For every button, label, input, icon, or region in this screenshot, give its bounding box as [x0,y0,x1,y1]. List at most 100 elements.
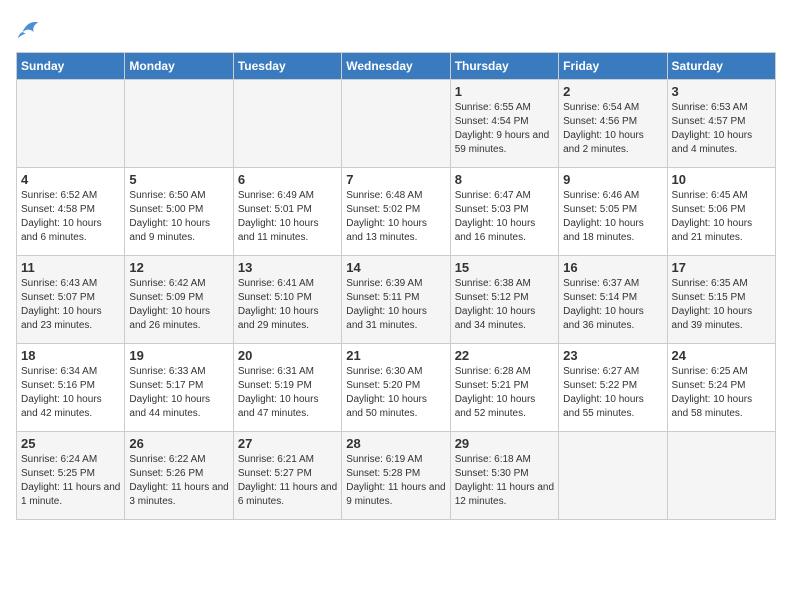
day-number: 26 [129,436,228,451]
day-number: 8 [455,172,554,187]
day-info: Sunrise: 6:41 AM Sunset: 5:10 PM Dayligh… [238,277,337,333]
day-info: Sunrise: 6:18 AM Sunset: 5:30 PM Dayligh… [455,453,554,509]
calendar-cell: 26 Sunrise: 6:22 AM Sunset: 5:26 PM Dayli… [125,432,233,520]
calendar-cell: 3Sunrise: 6:53 AM Sunset: 4:57 PM Daylig… [667,80,775,168]
day-number: 7 [346,172,445,187]
day-number: 13 [238,260,337,275]
day-info: Sunrise: 6:52 AM Sunset: 4:58 PM Dayligh… [21,189,120,245]
calendar-cell: 9 Sunrise: 6:46 AM Sunset: 5:05 PM Daylig… [559,168,667,256]
calendar-week-row: 4Sunrise: 6:52 AM Sunset: 4:58 PM Daylig… [17,168,776,256]
logo-bird-icon [16,16,40,40]
column-header-wednesday: Wednesday [342,53,450,80]
day-info: Sunrise: 6:45 AM Sunset: 5:06 PM Dayligh… [672,189,771,245]
calendar-cell: 18 Sunrise: 6:34 AM Sunset: 5:16 PM Dayli… [17,344,125,432]
day-info: Sunrise: 6:31 AM Sunset: 5:19 PM Dayligh… [238,365,337,421]
day-number: 1 [455,84,554,99]
day-number: 16 [563,260,662,275]
day-number: 17 [672,260,771,275]
day-number: 19 [129,348,228,363]
day-number: 12 [129,260,228,275]
column-header-tuesday: Tuesday [233,53,341,80]
calendar-cell: 20 Sunrise: 6:31 AM Sunset: 5:19 PM Dayli… [233,344,341,432]
day-info: Sunrise: 6:25 AM Sunset: 5:24 PM Dayligh… [672,365,771,421]
column-header-thursday: Thursday [450,53,558,80]
calendar-week-row: 1Sunrise: 6:55 AM Sunset: 4:54 PM Daylig… [17,80,776,168]
day-number: 20 [238,348,337,363]
header [16,16,776,40]
calendar-cell: 7 Sunrise: 6:48 AM Sunset: 5:02 PM Daylig… [342,168,450,256]
day-info: Sunrise: 6:22 AM Sunset: 5:26 PM Dayligh… [129,453,228,509]
day-number: 23 [563,348,662,363]
calendar-cell: 2 Sunrise: 6:54 AM Sunset: 4:56 PM Daylig… [559,80,667,168]
day-number: 9 [563,172,662,187]
calendar-cell: 14 Sunrise: 6:39 AM Sunset: 5:11 PM Dayli… [342,256,450,344]
calendar-cell: 12 Sunrise: 6:42 AM Sunset: 5:09 PM Dayli… [125,256,233,344]
day-number: 3 [672,84,771,99]
calendar-cell [342,80,450,168]
day-number: 24 [672,348,771,363]
calendar-week-row: 11 Sunrise: 6:43 AM Sunset: 5:07 PM Dayli… [17,256,776,344]
calendar-header-row: SundayMondayTuesdayWednesdayThursdayFrid… [17,53,776,80]
calendar-cell: 6 Sunrise: 6:49 AM Sunset: 5:01 PM Daylig… [233,168,341,256]
day-info: Sunrise: 6:19 AM Sunset: 5:28 PM Dayligh… [346,453,445,509]
day-number: 22 [455,348,554,363]
day-info: Sunrise: 6:33 AM Sunset: 5:17 PM Dayligh… [129,365,228,421]
day-info: Sunrise: 6:46 AM Sunset: 5:05 PM Dayligh… [563,189,662,245]
day-info: Sunrise: 6:28 AM Sunset: 5:21 PM Dayligh… [455,365,554,421]
day-number: 5 [129,172,228,187]
day-info: Sunrise: 6:43 AM Sunset: 5:07 PM Dayligh… [21,277,120,333]
calendar-cell: 15 Sunrise: 6:38 AM Sunset: 5:12 PM Dayli… [450,256,558,344]
day-number: 6 [238,172,337,187]
calendar-cell [667,432,775,520]
day-info: Sunrise: 6:35 AM Sunset: 5:15 PM Dayligh… [672,277,771,333]
day-info: Sunrise: 6:48 AM Sunset: 5:02 PM Dayligh… [346,189,445,245]
day-info: Sunrise: 6:37 AM Sunset: 5:14 PM Dayligh… [563,277,662,333]
column-header-friday: Friday [559,53,667,80]
day-info: Sunrise: 6:39 AM Sunset: 5:11 PM Dayligh… [346,277,445,333]
day-info: Sunrise: 6:24 AM Sunset: 5:25 PM Dayligh… [21,453,120,509]
day-number: 10 [672,172,771,187]
calendar-cell: 27Sunrise: 6:21 AM Sunset: 5:27 PM Dayli… [233,432,341,520]
calendar-cell: 23Sunrise: 6:27 AM Sunset: 5:22 PM Dayli… [559,344,667,432]
day-info: Sunrise: 6:54 AM Sunset: 4:56 PM Dayligh… [563,101,662,157]
day-info: Sunrise: 6:34 AM Sunset: 5:16 PM Dayligh… [21,365,120,421]
calendar-cell: 22 Sunrise: 6:28 AM Sunset: 5:21 PM Dayli… [450,344,558,432]
calendar-cell: 16 Sunrise: 6:37 AM Sunset: 5:14 PM Dayli… [559,256,667,344]
logo [16,16,44,40]
calendar-week-row: 25 Sunrise: 6:24 AM Sunset: 5:25 PM Dayli… [17,432,776,520]
calendar-cell: 13 Sunrise: 6:41 AM Sunset: 5:10 PM Dayli… [233,256,341,344]
calendar-cell [233,80,341,168]
day-info: Sunrise: 6:49 AM Sunset: 5:01 PM Dayligh… [238,189,337,245]
day-number: 18 [21,348,120,363]
day-number: 14 [346,260,445,275]
calendar-cell: 28 Sunrise: 6:19 AM Sunset: 5:28 PM Dayli… [342,432,450,520]
day-info: Sunrise: 6:38 AM Sunset: 5:12 PM Dayligh… [455,277,554,333]
calendar-cell [559,432,667,520]
day-info: Sunrise: 6:50 AM Sunset: 5:00 PM Dayligh… [129,189,228,245]
day-number: 25 [21,436,120,451]
day-number: 11 [21,260,120,275]
calendar-cell: 11 Sunrise: 6:43 AM Sunset: 5:07 PM Dayli… [17,256,125,344]
calendar-cell: 4Sunrise: 6:52 AM Sunset: 4:58 PM Daylig… [17,168,125,256]
day-number: 28 [346,436,445,451]
calendar-cell: 5 Sunrise: 6:50 AM Sunset: 5:00 PM Daylig… [125,168,233,256]
column-header-saturday: Saturday [667,53,775,80]
day-info: Sunrise: 6:21 AM Sunset: 5:27 PM Dayligh… [238,453,337,509]
calendar-cell [125,80,233,168]
calendar-cell: 1Sunrise: 6:55 AM Sunset: 4:54 PM Daylig… [450,80,558,168]
calendar-cell: 24 Sunrise: 6:25 AM Sunset: 5:24 PM Dayli… [667,344,775,432]
day-info: Sunrise: 6:42 AM Sunset: 5:09 PM Dayligh… [129,277,228,333]
day-number: 15 [455,260,554,275]
day-number: 21 [346,348,445,363]
day-info: Sunrise: 6:30 AM Sunset: 5:20 PM Dayligh… [346,365,445,421]
calendar-cell: 10 Sunrise: 6:45 AM Sunset: 5:06 PM Dayli… [667,168,775,256]
calendar-cell: 29 Sunrise: 6:18 AM Sunset: 5:30 PM Dayli… [450,432,558,520]
calendar-cell [17,80,125,168]
day-number: 2 [563,84,662,99]
day-info: Sunrise: 6:47 AM Sunset: 5:03 PM Dayligh… [455,189,554,245]
calendar-table: SundayMondayTuesdayWednesdayThursdayFrid… [16,52,776,520]
column-header-sunday: Sunday [17,53,125,80]
calendar-cell: 19 Sunrise: 6:33 AM Sunset: 5:17 PM Dayli… [125,344,233,432]
calendar-cell: 17 Sunrise: 6:35 AM Sunset: 5:15 PM Dayli… [667,256,775,344]
day-number: 29 [455,436,554,451]
